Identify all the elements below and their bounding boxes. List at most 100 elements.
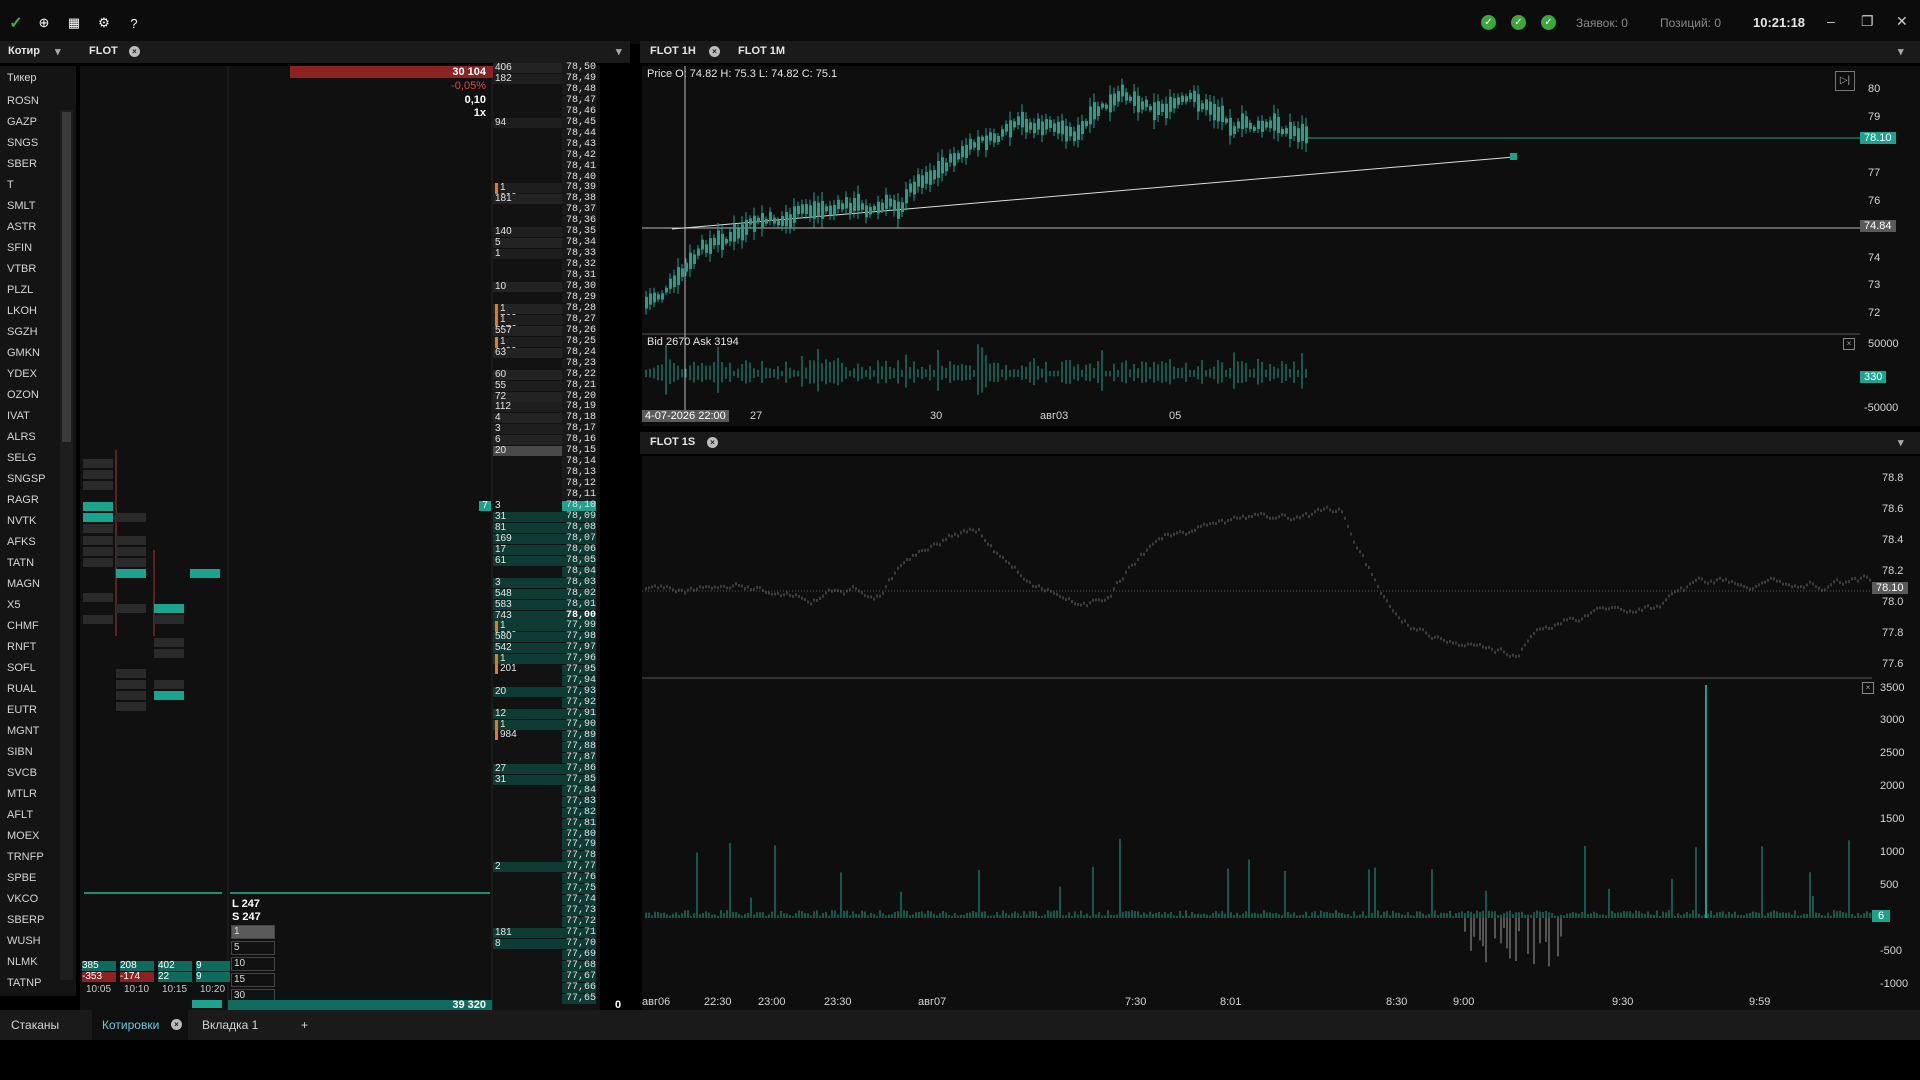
price-cell[interactable]: 77,82 (562, 807, 596, 818)
price-cell[interactable]: 78,24 (562, 347, 596, 358)
price-cell[interactable]: 78,22 (562, 369, 596, 380)
price-cell[interactable]: 78,08 (562, 522, 596, 533)
volume-cell[interactable]: 10 (495, 282, 506, 292)
ticker-item[interactable]: OZON (7, 389, 39, 401)
price-cell[interactable]: 78,15 (562, 446, 596, 457)
volume-cell[interactable]: 63 (495, 347, 506, 358)
ticker-item[interactable]: AFLT (7, 809, 33, 821)
tab-kotirovki[interactable]: Котировки (102, 1018, 159, 1032)
tab-flot[interactable]: FLOT (89, 45, 118, 57)
ticker-item[interactable]: SNGS (7, 137, 38, 149)
ticker-item[interactable]: RAGR (7, 494, 39, 506)
ticker-item[interactable]: X5 (7, 599, 20, 611)
close-tab-icon[interactable]: × (709, 46, 720, 57)
price-cell[interactable]: 77,93 (562, 687, 596, 698)
add-icon[interactable]: ⊕ (36, 15, 52, 31)
price-cell[interactable]: 78,17 (562, 424, 596, 435)
ticker-item[interactable]: GAZP (7, 116, 37, 128)
lot-size-option[interactable]: 15 (231, 973, 275, 987)
close-tab-icon[interactable]: × (129, 46, 140, 57)
ticker-item[interactable]: MTLR (7, 788, 37, 800)
price-cell[interactable]: 77,87 (562, 752, 596, 763)
price-cell[interactable]: 78,27 (562, 314, 596, 325)
price-cell[interactable]: 78,19 (562, 402, 596, 413)
volume-cell[interactable]: 3 (495, 424, 501, 434)
ticker-item[interactable]: T (7, 179, 14, 191)
chevron-down-icon[interactable]: ▾ (55, 45, 61, 58)
price-cell[interactable]: 78,48 (562, 84, 596, 95)
ticker-item[interactable]: ALRS (7, 431, 36, 443)
price-cell[interactable]: 78,44 (562, 128, 596, 139)
volume-cell[interactable]: 94 (495, 117, 506, 128)
price-cell[interactable]: 77,75 (562, 884, 596, 895)
price-cell[interactable]: 78,36 (562, 216, 596, 227)
ticker-item[interactable]: MGNT (7, 725, 39, 737)
price-cell[interactable]: 77,94 (562, 676, 596, 687)
price-cell[interactable]: 77,78 (562, 851, 596, 862)
price-cell[interactable]: 78,25 (562, 336, 596, 347)
volume-cell[interactable]: 557 (495, 325, 512, 336)
price-cell[interactable]: 77,68 (562, 960, 596, 971)
price-cell[interactable]: 77,74 (562, 895, 596, 906)
tab-stakany[interactable]: Стаканы (11, 1018, 59, 1032)
collapse-pane-icon[interactable]: × (1843, 338, 1855, 350)
price-cell[interactable]: 78,47 (562, 95, 596, 106)
volume-cell[interactable]: 1 (495, 249, 501, 259)
price-cell[interactable]: 78,10 (562, 501, 596, 511)
add-tab-button[interactable]: + (301, 1018, 308, 1032)
price-cell[interactable]: 77,66 (562, 982, 596, 993)
price-cell[interactable]: 77,84 (562, 785, 596, 796)
price-cell[interactable]: 78,42 (562, 150, 596, 161)
price-cell[interactable]: 77,83 (562, 796, 596, 807)
volume-cell[interactable]: 542 (495, 643, 512, 653)
ticker-item[interactable]: NLMK (7, 956, 38, 968)
volume-cell[interactable]: 580 (495, 632, 512, 642)
price-cell[interactable]: 78,35 (562, 227, 596, 238)
volume-cell[interactable]: 20 (495, 687, 506, 697)
tab-flot-1s[interactable]: FLOT 1S (650, 436, 695, 448)
volume-cell[interactable]: 17 (495, 544, 506, 555)
volume-cell[interactable]: 12 (495, 709, 506, 719)
scroll-to-end-icon[interactable]: ▷| (1835, 71, 1855, 91)
price-cell[interactable]: 77,91 (562, 709, 596, 720)
price-cell[interactable]: 77,86 (562, 763, 596, 774)
ticker-item[interactable]: IVAT (7, 410, 30, 422)
volume-cell[interactable]: 406 (495, 63, 512, 73)
volume-cell[interactable]: 743 (495, 610, 512, 621)
volume-cell[interactable]: 3 (495, 501, 501, 511)
price-cell[interactable]: 78,00 (562, 610, 596, 621)
ticker-item[interactable]: SMLT (7, 200, 36, 212)
price-cell[interactable]: 78,45 (562, 117, 596, 128)
price-cell[interactable]: 77,69 (562, 949, 596, 960)
ticker-item[interactable]: YDEX (7, 368, 37, 380)
price-cell[interactable]: 78,39 (562, 183, 596, 194)
volume-cell[interactable]: 6 (495, 435, 501, 445)
gear-icon[interactable]: ⚙ (96, 15, 112, 31)
volume-cell[interactable]: 181 (495, 194, 512, 204)
volume-cell[interactable]: 112 (495, 402, 511, 412)
price-cell[interactable]: 77,97 (562, 643, 596, 654)
price-cell[interactable]: 78,21 (562, 380, 596, 391)
price-cell[interactable]: 77,95 (562, 665, 596, 676)
restore-icon[interactable]: ❐ (1861, 13, 1874, 30)
chevron-down-icon[interactable]: ▾ (1898, 436, 1904, 449)
price-cell[interactable]: 77,80 (562, 829, 596, 840)
price-cell[interactable]: 78,14 (562, 457, 596, 468)
price-cell[interactable]: 77,71 (562, 928, 596, 939)
ticker-scrollbar[interactable] (60, 110, 73, 980)
volume-cell[interactable]: 1 201 (495, 654, 517, 675)
lot-size-option[interactable]: 1 (231, 925, 275, 939)
close-icon[interactable]: ✕ (1896, 13, 1908, 30)
ticker-item[interactable]: TRNFP (7, 851, 44, 863)
price-cell[interactable]: 78,41 (562, 161, 596, 172)
positions-status[interactable]: Позиций: 0 (1660, 16, 1721, 30)
help-icon[interactable]: ? (126, 15, 142, 31)
volume-cell[interactable]: 181 (495, 928, 512, 938)
price-cell[interactable]: 78,16 (562, 435, 596, 446)
volume-cell[interactable]: 61 (495, 555, 506, 566)
tab-flot-1m[interactable]: FLOT 1M (738, 45, 785, 57)
price-cell[interactable]: 77,88 (562, 741, 596, 752)
price-cell[interactable]: 78,11 (562, 490, 596, 501)
price-cell[interactable]: 77,99 (562, 621, 596, 632)
ticker-item[interactable]: CHMF (7, 620, 39, 632)
